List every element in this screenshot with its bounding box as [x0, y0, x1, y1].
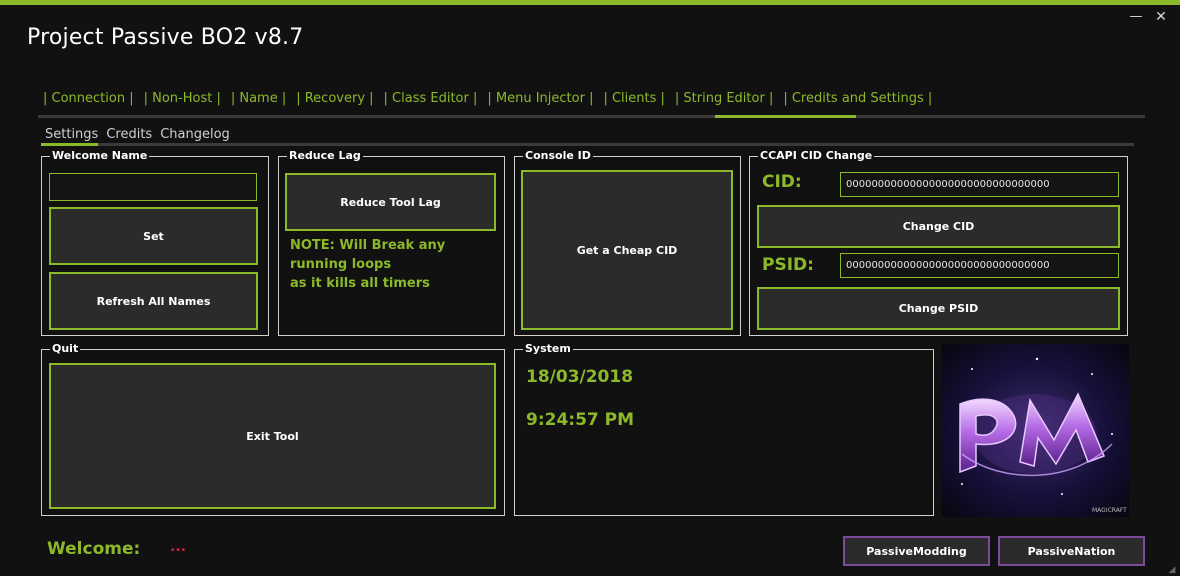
resize-grip-icon[interactable]: ◢ — [1166, 564, 1178, 576]
passive-modding-button[interactable]: PassiveModding — [843, 536, 990, 566]
change-psid-button[interactable]: Change PSID — [757, 287, 1120, 330]
main-tab-bar: | Connection | | Non-Host | | Name | | R… — [38, 89, 937, 113]
psid-label: PSID: — [762, 255, 814, 275]
reduce-lag-note-line-2: running loops — [290, 257, 392, 272]
tab-class-editor[interactable]: | Class Editor | — [379, 89, 483, 113]
welcome-label: Welcome: — [47, 539, 141, 559]
tab-string-editor[interactable]: | String Editor | — [670, 89, 778, 113]
tab-credits-and-settings[interactable]: | Credits and Settings | — [778, 89, 937, 113]
system-date: 18/03/2018 — [526, 367, 634, 387]
refresh-all-names-button[interactable]: Refresh All Names — [49, 272, 258, 330]
system-time: 9:24:57 PM — [526, 410, 635, 430]
set-button[interactable]: Set — [49, 207, 258, 265]
tab-bar-divider — [38, 115, 1145, 118]
ccapi-cid-change-group-title: CCAPI CID Change — [758, 149, 875, 163]
welcome-name-group-title: Welcome Name — [50, 149, 150, 163]
window-title: Project Passive BO2 v8.7 — [27, 25, 304, 50]
tab-non-host[interactable]: | Non-Host | — [139, 89, 226, 113]
sub-tab-bar-divider — [41, 143, 1134, 146]
minimize-button[interactable]: — — [1128, 9, 1144, 25]
tab-name[interactable]: | Name | — [226, 89, 291, 113]
subtab-settings[interactable]: Settings — [41, 126, 102, 144]
psid-input[interactable]: 00000000000000000000000000000000 — [840, 253, 1119, 278]
get-cheap-cid-button[interactable]: Get a Cheap CID — [521, 170, 733, 330]
reduce-tool-lag-button[interactable]: Reduce Tool Lag — [285, 173, 496, 231]
system-group-title: System — [523, 342, 573, 356]
subtab-credits[interactable]: Credits — [102, 126, 156, 144]
reduce-lag-note-line-1: NOTE: Will Break any — [290, 238, 446, 253]
subtab-changelog[interactable]: Changelog — [156, 126, 234, 144]
quit-group-title: Quit — [50, 342, 81, 356]
welcome-user-value: ... — [170, 539, 186, 555]
exit-tool-button[interactable]: Exit Tool — [49, 363, 496, 509]
logo-caption: MAGICRAFT — [1092, 507, 1127, 514]
tab-clients[interactable]: | Clients | — [598, 89, 669, 113]
active-subtab-indicator — [41, 143, 98, 146]
cid-input[interactable]: 00000000000000000000000000000000 — [840, 172, 1119, 197]
cid-label: CID: — [762, 172, 802, 192]
accent-top-bar — [0, 0, 1180, 5]
pm-logo-image: MAGICRAFT — [942, 344, 1129, 517]
pm-logo-icon: MAGICRAFT — [942, 344, 1129, 517]
sub-tab-bar: Settings Credits Changelog — [41, 126, 234, 144]
tab-connection[interactable]: | Connection | — [38, 89, 139, 113]
close-button[interactable]: ✕ — [1153, 9, 1169, 25]
change-cid-button[interactable]: Change CID — [757, 205, 1120, 248]
active-tab-indicator — [715, 115, 856, 118]
reduce-lag-note-line-3: as it kills all timers — [290, 276, 430, 291]
tab-recovery[interactable]: | Recovery | — [291, 89, 378, 113]
tab-menu-injector[interactable]: | Menu Injector | — [482, 89, 598, 113]
welcome-name-input[interactable] — [49, 173, 257, 201]
console-id-group-title: Console ID — [523, 149, 593, 163]
reduce-lag-group-title: Reduce Lag — [287, 149, 363, 163]
passive-nation-button[interactable]: PassiveNation — [998, 536, 1145, 566]
